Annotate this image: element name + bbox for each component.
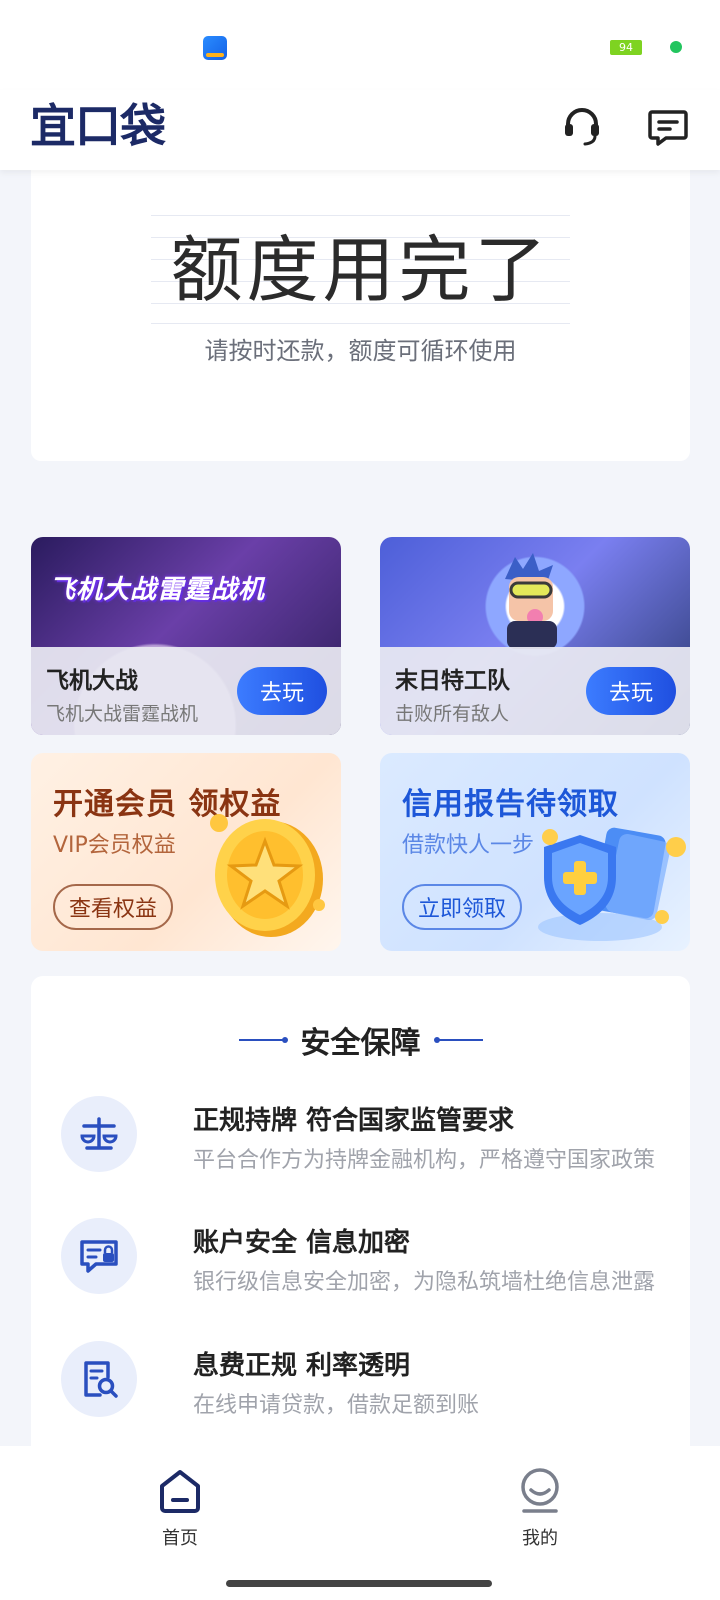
- safety-item-account-security: 账户安全 信息加密 银行级信息安全加密，为隐私筑墙杜绝信息泄露: [61, 1218, 671, 1298]
- status-dot-icon: [670, 41, 682, 53]
- game-info: 末日特工队 击败所有敌人 去玩: [380, 647, 690, 735]
- battery-indicator: 94: [610, 40, 642, 55]
- game-card-doomsday-squad[interactable]: 末日特工队 击败所有敌人 去玩: [380, 537, 690, 735]
- decor-line: [238, 1037, 288, 1043]
- document-search-icon: [61, 1341, 137, 1417]
- safety-title: 安全保障: [300, 1026, 421, 1061]
- safety-item-title: 账户安全 信息加密: [193, 1228, 411, 1258]
- decor-line: [433, 1037, 483, 1043]
- safety-item-fees: 息费正规 利率透明 在线申请贷款，借款足额到账: [61, 1341, 671, 1421]
- gold-coin-icon: [210, 814, 325, 937]
- customer-service-button[interactable]: [560, 104, 604, 148]
- claim-now-button[interactable]: 立即领取: [402, 884, 523, 930]
- game-desc: 击败所有敌人: [395, 703, 510, 725]
- message-icon: [648, 110, 688, 146]
- game-info: 飞机大战 飞机大战雷霆战机 去玩: [31, 647, 341, 735]
- game-name: 末日特工队: [395, 668, 510, 694]
- promo-subtitle: VIP会员权益: [53, 833, 176, 858]
- game-card-plane-battle[interactable]: 飞机大战雷霆战机 飞机大战 飞机大战雷霆战机 去玩: [31, 537, 341, 735]
- secure-message-icon: [61, 1218, 137, 1294]
- quota-title: 额度用完了: [170, 228, 551, 312]
- safety-item-licensed: 正规持牌 符合国家监管要求 平台合作方为持牌金融机构，严格遵守国家政策: [61, 1096, 671, 1176]
- app-logo: 宜口袋: [30, 99, 166, 153]
- messages-button[interactable]: [646, 104, 690, 148]
- game-character-image: [505, 553, 557, 649]
- nav-tab-home[interactable]: 首页: [140, 1468, 220, 1558]
- nav-label: 首页: [162, 1528, 198, 1549]
- profile-icon: [521, 1468, 559, 1513]
- bottom-nav: 首页 我的: [0, 1446, 720, 1600]
- quota-card: 额度用完了 请按时还款，额度可循环使用: [31, 165, 690, 461]
- credit-report-promo-card[interactable]: 信用报告待领取 借款快人一步 立即领取: [380, 753, 690, 951]
- safety-item-title: 正规持牌 符合国家监管要求: [193, 1106, 515, 1136]
- safety-section: 安全保障 正规持牌 符合国家监管要求 平台合作方为持牌金融机构，严格遵守国家政策: [31, 976, 690, 1446]
- headset-icon: [565, 108, 599, 146]
- safety-item-desc: 银行级信息安全加密，为隐私筑墙杜绝信息泄露: [193, 1270, 656, 1295]
- app-notification-icon: [203, 36, 227, 60]
- home-indicator[interactable]: [226, 1580, 492, 1587]
- safety-heading: 安全保障: [31, 1020, 690, 1061]
- safety-item-desc: 平台合作方为持牌金融机构，严格遵守国家政策: [193, 1148, 656, 1173]
- play-button[interactable]: 去玩: [586, 667, 676, 715]
- game-banner-text: 飞机大战雷霆战机: [49, 575, 266, 605]
- safety-item-desc: 在线申请贷款，借款足额到账: [193, 1393, 480, 1418]
- promo-subtitle: 借款快人一步: [402, 833, 535, 858]
- app-header: 宜口袋: [0, 90, 720, 170]
- nav-tab-mine[interactable]: 我的: [500, 1468, 580, 1558]
- home-icon: [160, 1470, 200, 1513]
- play-button[interactable]: 去玩: [237, 667, 327, 715]
- status-bar: 94: [0, 0, 720, 90]
- safety-item-title: 息费正规 利率透明: [193, 1351, 411, 1381]
- game-desc: 飞机大战雷霆战机: [46, 703, 199, 725]
- quota-subtitle: 请按时还款，额度可循环使用: [204, 337, 517, 365]
- scale-icon: [61, 1096, 137, 1172]
- view-benefits-button[interactable]: 查看权益: [53, 884, 174, 930]
- vip-promo-card[interactable]: 开通会员 领权益 VIP会员权益 查看权益: [31, 753, 341, 951]
- shield-icon: [538, 827, 686, 941]
- game-name: 飞机大战: [46, 668, 138, 694]
- nav-label: 我的: [522, 1528, 558, 1549]
